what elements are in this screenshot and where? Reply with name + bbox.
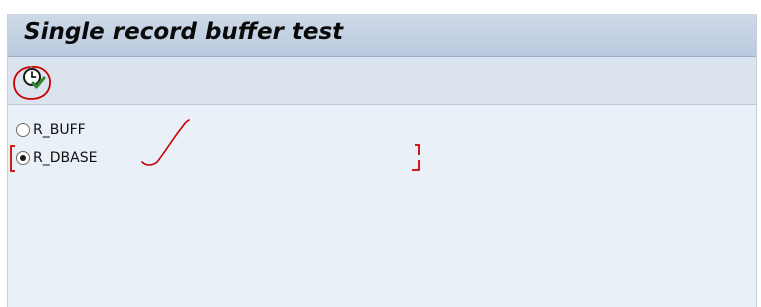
selection-screen: R_BUFF R_DBASE: [8, 105, 756, 307]
radio-label-r-buff: R_BUFF: [33, 122, 86, 138]
window-top-edge: [0, 0, 761, 14]
radio-button-selected[interactable]: [16, 151, 30, 165]
radio-label-r-dbase: R_DBASE: [33, 150, 98, 166]
window-right-border: [756, 14, 757, 307]
application-toolbar: [8, 57, 756, 105]
page-title: Single record buffer test: [24, 19, 344, 45]
radio-selected-dot: [20, 155, 26, 161]
execute-clock-icon: [23, 68, 46, 89]
radio-button-unselected[interactable]: [16, 123, 30, 137]
title-bar: Single record buffer test: [8, 14, 756, 57]
execute-button[interactable]: [12, 65, 51, 100]
